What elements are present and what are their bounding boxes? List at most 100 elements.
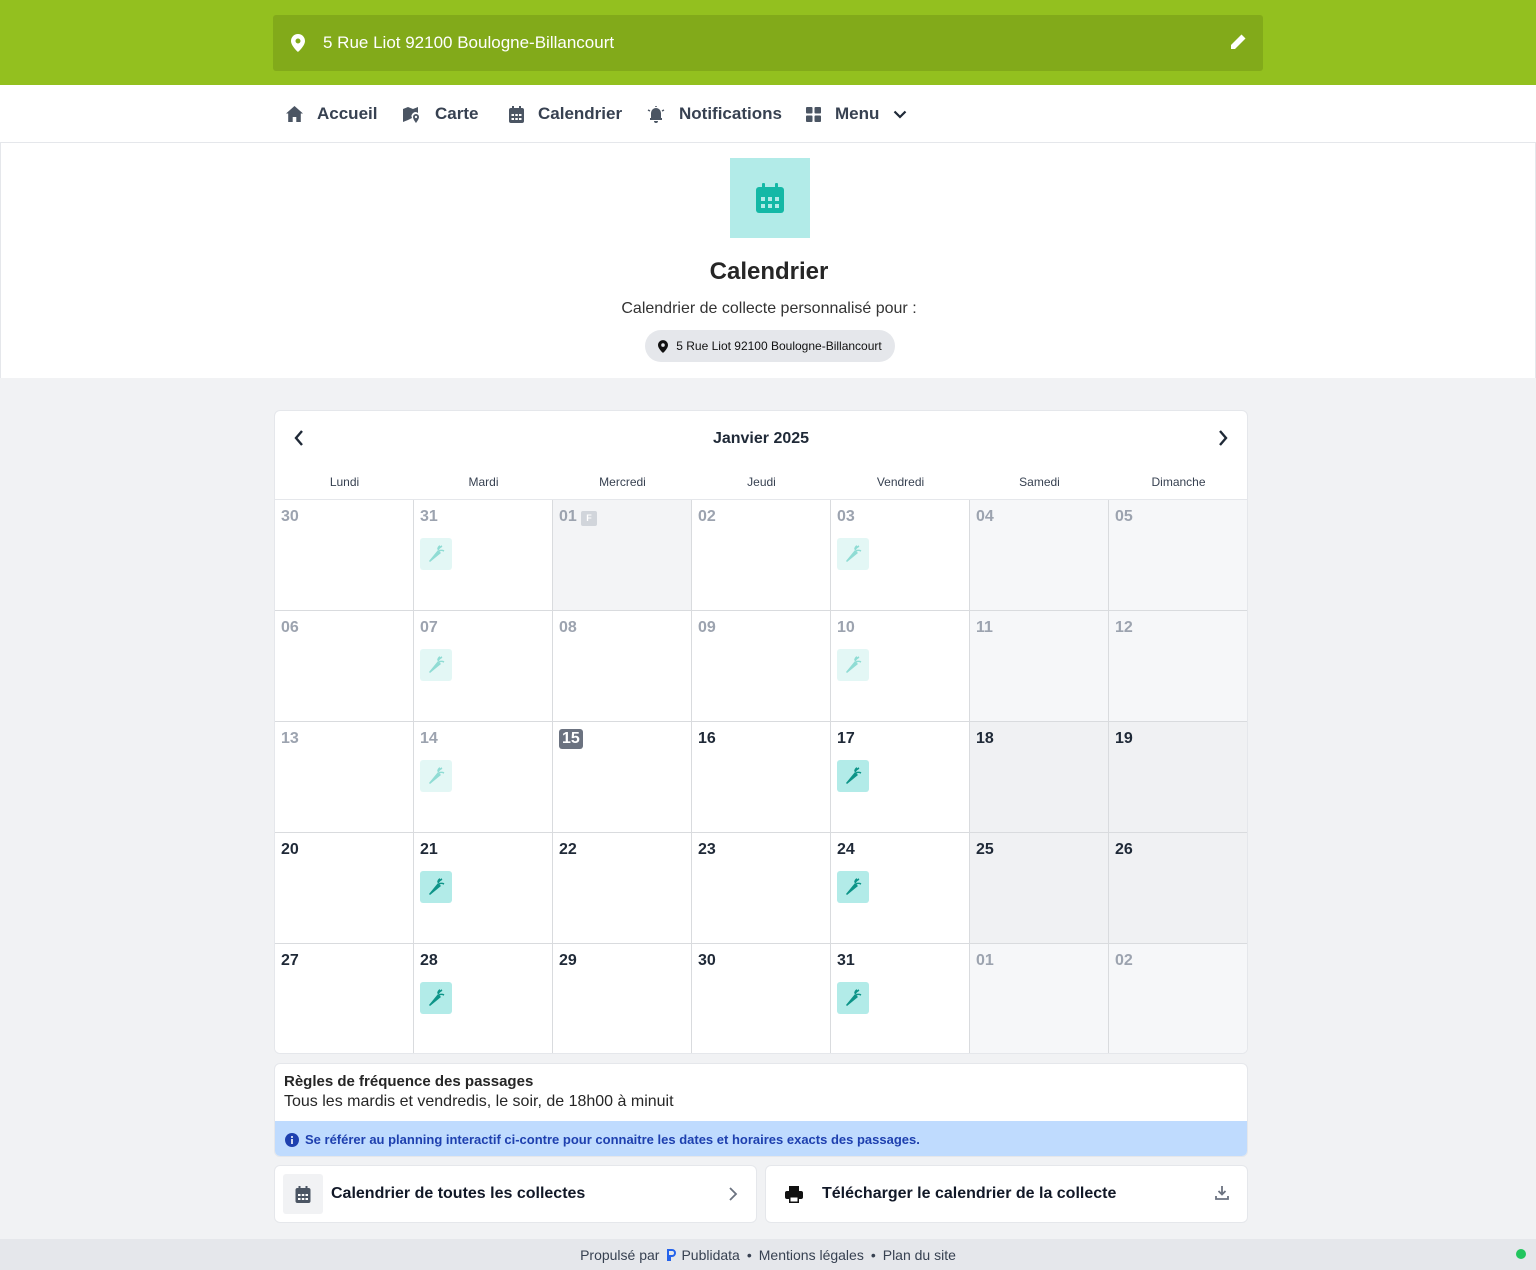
footer: Propulsé par Publidata • Mentions légale… (0, 1239, 1536, 1270)
calendar-day-cell[interactable]: 01 F (553, 500, 692, 611)
page-subtitle: Calendrier de collecte personnalisé pour… (621, 300, 917, 317)
calendar-day-cell[interactable]: 27 (275, 944, 414, 1053)
address-chip: 5 Rue Liot 92100 Boulogne-Billancourt (645, 330, 895, 362)
calendar-icon (509, 105, 524, 123)
calendar-grid: 30 31 01 F 02 03 04 05 06 07 08 09 10 11 12 13 14 15 16 17 1… (275, 499, 1247, 1053)
nav-item-calendrier[interactable]: Calendrier (509, 85, 622, 143)
carrot-icon[interactable] (420, 649, 452, 681)
day-number: 09 (698, 619, 716, 636)
calendar-day-cell[interactable]: 02 (1109, 944, 1247, 1053)
day-number: 15 (559, 729, 583, 749)
day-number: 31 (420, 508, 438, 525)
calendar-day-cell[interactable]: 17 (831, 722, 970, 833)
calendar: Janvier 2025 Lundi Mardi Mercredi Jeudi … (274, 410, 1248, 1054)
day-number: 01 (559, 508, 577, 525)
all-collections-button[interactable]: Calendrier de toutes les collectes (274, 1165, 757, 1223)
carrot-icon[interactable] (837, 538, 869, 570)
day-number: 07 (420, 619, 438, 636)
carrot-icon[interactable] (420, 871, 452, 903)
calendar-day-cell[interactable]: 14 (414, 722, 553, 833)
day-number: 12 (1115, 619, 1133, 636)
day-number: 21 (420, 841, 438, 858)
download-calendar-button[interactable]: Télécharger le calendrier de la collecte (765, 1165, 1248, 1223)
carrot-icon[interactable] (420, 982, 452, 1014)
calendar-month: Janvier 2025 (712, 430, 810, 447)
day-number: 24 (837, 841, 855, 858)
carrot-icon[interactable] (420, 538, 452, 570)
footer-separator: • (746, 1246, 752, 1263)
calendar-day-cell[interactable]: 03 (831, 500, 970, 611)
carrot-icon[interactable] (837, 982, 869, 1014)
weekday-label: Mercredi (599, 475, 646, 489)
chevron-right-icon[interactable] (1217, 429, 1229, 452)
day-number: 19 (1115, 730, 1133, 747)
nav-item-accueil[interactable]: Accueil (286, 85, 377, 143)
calendar-day-cell[interactable]: 10 (831, 611, 970, 722)
day-number: 08 (559, 619, 577, 636)
powered-by-text: Propulsé par (580, 1246, 660, 1263)
calendar-day-cell[interactable]: 29 (553, 944, 692, 1053)
calendar-day-cell[interactable]: 04 (970, 500, 1109, 611)
calendar-day-cell[interactable]: 13 (275, 722, 414, 833)
calendar-day-cell[interactable]: 02 (692, 500, 831, 611)
calendar-day-cell[interactable]: 15 (553, 722, 692, 833)
day-number: 28 (420, 952, 438, 969)
calendar-day-cell[interactable]: 26 (1109, 833, 1247, 944)
legal-link[interactable]: Mentions légales (759, 1247, 864, 1263)
sitemap-link[interactable]: Plan du site (883, 1247, 956, 1263)
nav-item-notifications[interactable]: Notifications (647, 85, 782, 143)
calendar-day-cell[interactable]: 18 (970, 722, 1109, 833)
rules-title: Règles de fréquence des passages (284, 1073, 534, 1090)
calendar-day-cell[interactable]: 22 (553, 833, 692, 944)
calendar-day-cell[interactable]: 19 (1109, 722, 1247, 833)
calendar-header: Janvier 2025 (275, 411, 1247, 467)
day-number: 17 (837, 730, 855, 747)
calendar-day-cell[interactable]: 01 (970, 944, 1109, 1053)
all-collections-label: Calendrier de toutes les collectes (331, 1185, 586, 1202)
calendar-day-cell[interactable]: 25 (970, 833, 1109, 944)
day-number: 06 (281, 619, 299, 636)
printer-icon (774, 1174, 814, 1214)
calendar-day-cell[interactable]: 11 (970, 611, 1109, 722)
publidata-logo-icon (667, 1248, 677, 1261)
calendar-day-cell[interactable]: 08 (553, 611, 692, 722)
calendar-day-cell[interactable]: 05 (1109, 500, 1247, 611)
info-text: Se référer au planning interactif ci-con… (305, 1132, 920, 1147)
calendar-day-cell[interactable]: 30 (692, 944, 831, 1053)
calendar-day-cell[interactable]: 09 (692, 611, 831, 722)
calendar-day-cell[interactable]: 06 (275, 611, 414, 722)
day-number: 25 (976, 841, 994, 858)
calendar-day-cell[interactable]: 07 (414, 611, 553, 722)
carrot-icon[interactable] (837, 760, 869, 792)
frequency-rules: Règles de fréquence des passages Tous le… (274, 1063, 1248, 1157)
nav-item-menu[interactable]: Menu (806, 85, 907, 143)
carrot-icon[interactable] (837, 871, 869, 903)
page-hero: Calendrier Calendrier de collecte person… (0, 143, 1536, 378)
calendar-day-cell[interactable]: 31 (831, 944, 970, 1053)
day-number: 02 (1115, 952, 1133, 969)
calendar-day-cell[interactable]: 23 (692, 833, 831, 944)
info-icon (285, 1132, 299, 1147)
page-title: Calendrier (709, 258, 829, 285)
day-number: 14 (420, 730, 438, 747)
day-number: 05 (1115, 508, 1133, 525)
calendar-day-cell[interactable]: 30 (275, 500, 414, 611)
address-bar[interactable]: 5 Rue Liot 92100 Boulogne-Billancourt (273, 15, 1263, 71)
download-calendar-label: Télécharger le calendrier de la collecte (822, 1185, 1117, 1202)
calendar-day-cell[interactable]: 28 (414, 944, 553, 1053)
nav-item-carte[interactable]: Carte (403, 85, 478, 143)
carrot-icon[interactable] (837, 649, 869, 681)
calendar-day-cell[interactable]: 12 (1109, 611, 1247, 722)
weekday-label: Lundi (329, 475, 360, 489)
day-number: 18 (976, 730, 994, 747)
calendar-day-cell[interactable]: 20 (275, 833, 414, 944)
publidata-link[interactable]: Publidata (681, 1247, 739, 1263)
carrot-icon[interactable] (420, 760, 452, 792)
calendar-day-cell[interactable]: 21 (414, 833, 553, 944)
calendar-day-cell[interactable]: 31 (414, 500, 553, 611)
calendar-day-cell[interactable]: 24 (831, 833, 970, 944)
calendar-day-cell[interactable]: 16 (692, 722, 831, 833)
day-number: 30 (698, 952, 716, 969)
edit-icon[interactable] (1229, 33, 1247, 56)
home-icon (286, 106, 303, 122)
